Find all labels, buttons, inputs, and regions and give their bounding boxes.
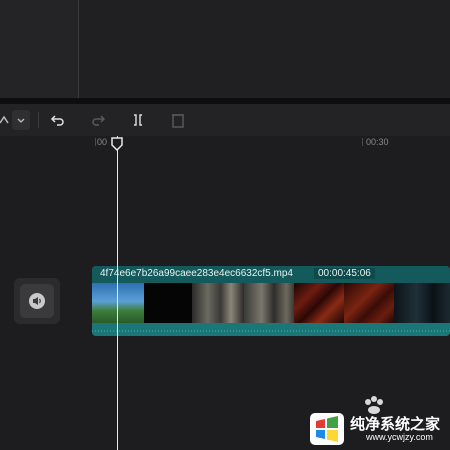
thumbnail-frame [394, 283, 450, 323]
thumbnail-frame [344, 283, 394, 323]
ruler-tick [95, 138, 96, 146]
playhead-handle[interactable] [111, 137, 123, 152]
thumbnail-frame [294, 283, 344, 323]
toolbar-separator [38, 112, 39, 128]
thumbnail-frame [144, 283, 192, 323]
paw-icon [362, 395, 386, 415]
undo-icon[interactable] [48, 110, 68, 130]
clip-thumbnails [92, 283, 450, 323]
audio-waveform [92, 323, 450, 336]
preview-player-area [79, 0, 450, 98]
windows-logo-icon [310, 413, 344, 445]
clip-header: 4f74e6e7b26a99caee283e4ec6632cf5.mp4 00:… [92, 266, 450, 283]
playhead-line[interactable] [117, 136, 118, 450]
timeline-toolbar [0, 104, 450, 137]
ruler-mark-label: 00:30 [366, 137, 389, 147]
watermark-title: 纯净系统之家 [350, 416, 441, 433]
site-watermark: 纯净系统之家 www.ycwjzy.com [300, 395, 450, 450]
ruler-tick [362, 138, 363, 146]
ruler-start-label: 00 [97, 137, 108, 147]
speaker-icon [20, 284, 54, 318]
chevron-down-icon[interactable] [12, 110, 30, 130]
thumbnail-frame [192, 283, 244, 323]
thumbnail-frame [244, 283, 294, 323]
redo-icon [88, 110, 108, 130]
track-audio-toggle[interactable] [14, 278, 60, 324]
watermark-url: www.ycwjzy.com [366, 432, 433, 442]
delete-icon [168, 110, 188, 130]
split-icon[interactable] [128, 110, 148, 130]
clip-filename: 4f74e6e7b26a99caee283e4ec6632cf5.mp4 [100, 268, 293, 279]
video-clip[interactable]: 4f74e6e7b26a99caee283e4ec6632cf5.mp4 00:… [92, 266, 450, 336]
clip-duration: 00:00:45:06 [314, 268, 375, 279]
preview-left-panel [0, 0, 79, 98]
timeline-ruler[interactable]: 00 00:30 [0, 136, 450, 150]
thumbnail-frame [92, 283, 144, 323]
